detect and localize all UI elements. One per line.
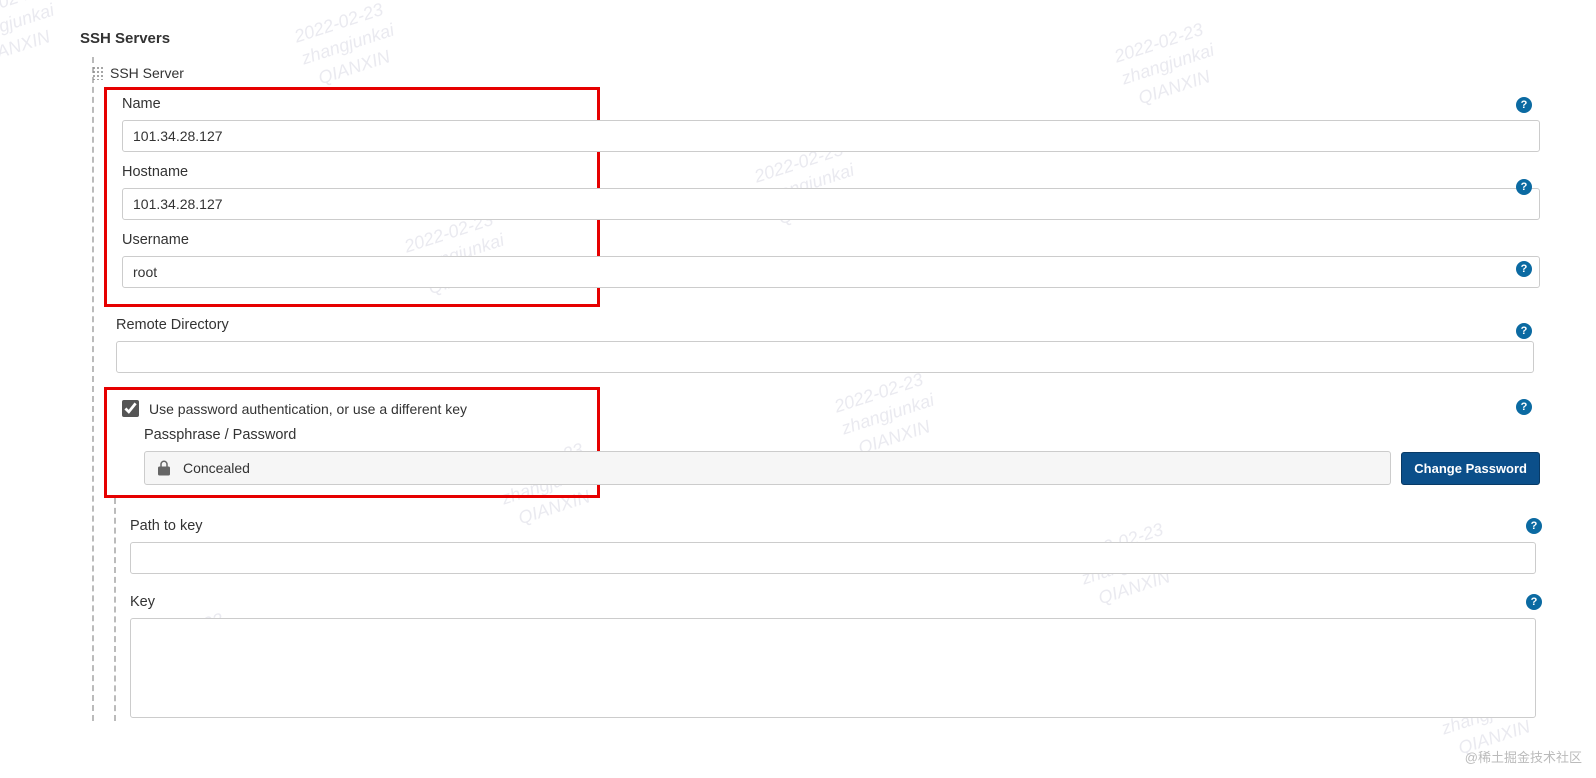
concealed-password-box: Concealed [144, 451, 1391, 485]
ssh-server-header: SSH Server [92, 57, 1536, 87]
key-label: Key [130, 594, 1536, 610]
use-password-checkbox[interactable] [122, 400, 139, 417]
name-input[interactable] [122, 120, 1540, 152]
remote-directory-label: Remote Directory [116, 317, 1536, 333]
username-label: Username [122, 232, 587, 248]
path-to-key-input[interactable] [130, 542, 1536, 574]
passphrase-label: Passphrase / Password [144, 427, 587, 443]
section-title: SSH Servers [80, 30, 1536, 47]
ssh-server-header-label: SSH Server [110, 65, 184, 81]
footer-watermark: @稀土掘金技术社区 [1465, 747, 1582, 766]
help-icon[interactable]: ? [1516, 261, 1532, 277]
key-textarea[interactable] [130, 618, 1536, 718]
highlight-box-password: Use password authentication, or use a di… [104, 387, 600, 498]
help-icon[interactable]: ? [1516, 323, 1532, 339]
help-icon[interactable]: ? [1516, 179, 1532, 195]
hostname-label: Hostname [122, 164, 587, 180]
username-input[interactable] [122, 256, 1540, 288]
help-icon[interactable]: ? [1526, 518, 1542, 534]
help-icon[interactable]: ? [1516, 399, 1532, 415]
hostname-input[interactable] [122, 188, 1540, 220]
help-icon[interactable]: ? [1526, 594, 1542, 610]
change-password-button[interactable]: Change Password [1401, 452, 1540, 485]
lock-icon [155, 458, 173, 478]
highlight-box-credentials: Name Hostname Username [104, 87, 600, 307]
name-label: Name [122, 96, 587, 112]
drag-handle-icon[interactable] [92, 66, 104, 80]
help-icon[interactable]: ? [1516, 97, 1532, 113]
use-password-label: Use password authentication, or use a di… [149, 401, 467, 417]
remote-directory-input[interactable] [116, 341, 1534, 373]
concealed-text: Concealed [183, 460, 250, 476]
path-to-key-label: Path to key [130, 518, 1536, 534]
